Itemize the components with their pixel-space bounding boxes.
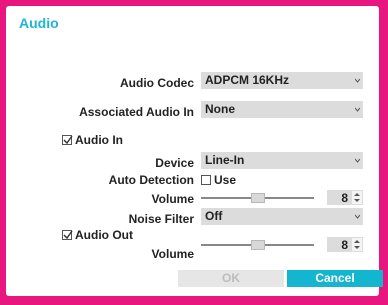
auto-detection-option-label: Use xyxy=(214,173,237,187)
audio-codec-select[interactable]: ADPCM 16KHz xyxy=(201,72,363,89)
audio-codec-value: ADPCM 16KHz xyxy=(205,73,290,87)
device-label: Device xyxy=(155,156,194,170)
audio-dialog: Audio Audio Codec ADPCM 16KHz Associated… xyxy=(6,6,383,296)
associated-audio-in-select[interactable]: None xyxy=(201,101,363,118)
chevron-down-icon xyxy=(355,214,360,219)
audio-out-volume-value: 8 xyxy=(341,238,348,252)
stepper-arrows-icon[interactable] xyxy=(352,191,362,204)
noise-filter-select[interactable]: Off xyxy=(201,208,363,225)
chevron-down-icon xyxy=(355,78,360,83)
stepper-arrows-icon[interactable] xyxy=(352,238,362,251)
audio-in-check-icon xyxy=(62,135,73,145)
audio-in-volume-label: Volume xyxy=(151,192,194,206)
audio-in-volume-value: 8 xyxy=(341,191,348,205)
audio-in-label: Audio In xyxy=(75,133,123,147)
audio-out-volume-slider-handle[interactable] xyxy=(251,240,265,250)
dialog-title: Audio xyxy=(19,15,59,31)
auto-detection-box-icon xyxy=(201,175,211,185)
audio-out-check-icon xyxy=(62,230,73,240)
associated-audio-in-value: None xyxy=(205,102,235,116)
device-select[interactable]: Line-In xyxy=(201,152,363,169)
audio-in-volume-stepper[interactable]: 8 xyxy=(327,190,363,205)
audio-out-volume-stepper[interactable]: 8 xyxy=(327,237,363,252)
audio-codec-label: Audio Codec xyxy=(120,76,194,90)
noise-filter-value: Off xyxy=(205,209,223,223)
associated-audio-in-label: Associated Audio In xyxy=(79,105,194,119)
cancel-button[interactable]: Cancel xyxy=(287,270,383,287)
audio-out-volume-label: Volume xyxy=(151,247,194,261)
auto-detection-label: Auto Detection xyxy=(108,173,194,187)
audio-in-volume-slider-handle[interactable] xyxy=(251,193,265,203)
chevron-down-icon xyxy=(355,158,360,163)
ok-button[interactable]: OK xyxy=(178,270,284,287)
chevron-down-icon xyxy=(355,107,360,112)
device-value: Line-In xyxy=(205,153,245,167)
noise-filter-label: Noise Filter xyxy=(128,212,194,226)
audio-out-label: Audio Out xyxy=(75,228,133,242)
